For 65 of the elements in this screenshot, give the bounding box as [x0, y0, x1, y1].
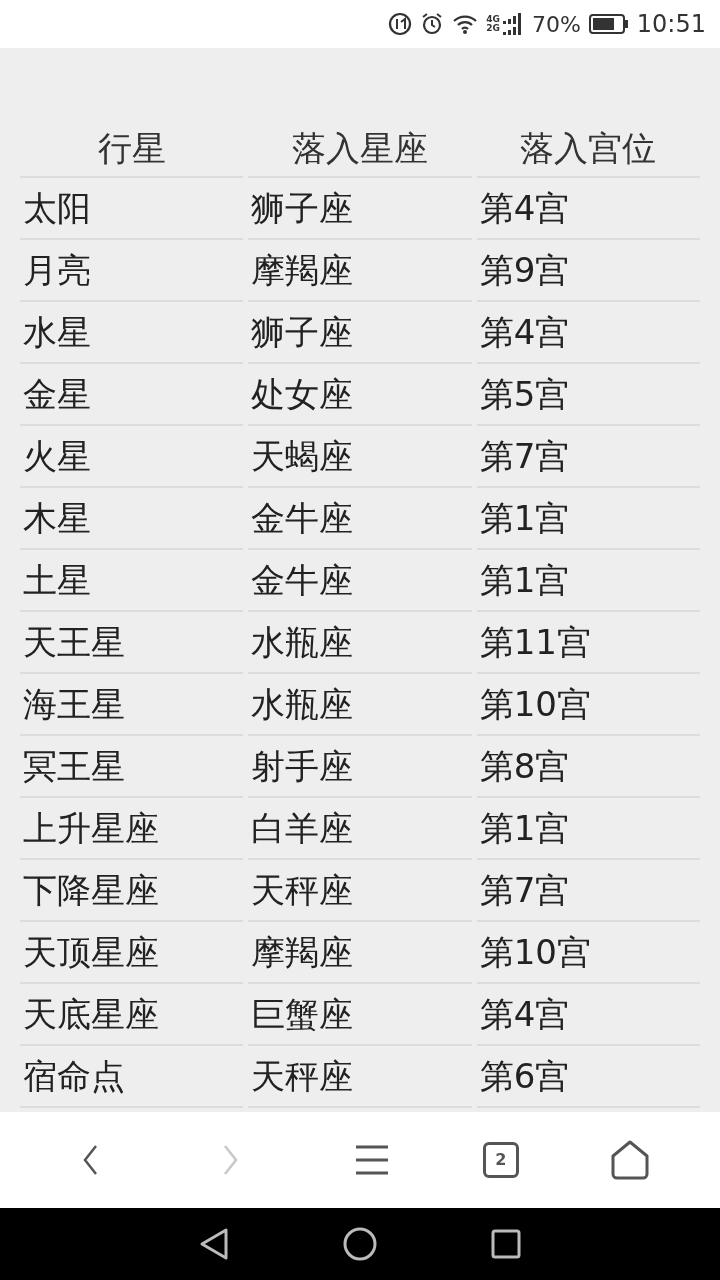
table-cell: 天底星座: [20, 984, 244, 1046]
signal-icon: [501, 13, 524, 35]
table-cell: 第10宫: [476, 674, 700, 736]
table-cell: 宿命点: [20, 1046, 244, 1108]
table-cell: 天秤座: [248, 1046, 472, 1108]
table-cell: 第7宫: [476, 860, 700, 922]
table-cell: 第9宫: [476, 240, 700, 302]
table-cell: 天蝎座: [248, 426, 472, 488]
table-cell: 天秤座: [248, 860, 472, 922]
table-cell: 第5宫: [476, 364, 700, 426]
battery-icon: [588, 14, 629, 34]
menu-icon: [355, 1145, 389, 1175]
table-cell: 巨蟹座: [248, 984, 472, 1046]
table-cell: 射手座: [248, 736, 472, 798]
column-header: 落入星座: [248, 120, 472, 178]
table-cell: 金牛座: [248, 488, 472, 550]
table-cell: 金牛座: [248, 550, 472, 612]
table-cell: 木星: [20, 488, 244, 550]
table-cell: 第4宫: [476, 302, 700, 364]
table-cell: 处女座: [248, 364, 472, 426]
table-cell: 海王星: [20, 674, 244, 736]
table-cell: 月亮: [20, 240, 244, 302]
forward-icon: [223, 1144, 240, 1176]
table-cell: 第6宫: [476, 1046, 700, 1108]
network-type-label: 2G: [486, 24, 500, 33]
table-cell: 天王星: [20, 612, 244, 674]
network-type-label: 4G: [486, 15, 500, 24]
clock-time: 10:51: [636, 9, 706, 40]
table-cell: 水瓶座: [248, 612, 472, 674]
table-cell: 第7宫: [476, 426, 700, 488]
data-saver-icon: [388, 12, 413, 36]
system-home-button[interactable]: [342, 1226, 378, 1262]
table-cell: 第1宫: [476, 488, 700, 550]
table-cell: 摩羯座: [248, 240, 472, 302]
table-cell: 第8宫: [476, 736, 700, 798]
battery-percent: 70%: [531, 10, 581, 39]
column-header: 行星: [20, 120, 244, 178]
home-icon: [343, 1227, 377, 1261]
table-cell: 第4宫: [476, 984, 700, 1046]
table-cell: 天顶星座: [20, 922, 244, 984]
table-cell: 上升星座: [20, 798, 244, 860]
table-cell: 冥王星: [20, 736, 244, 798]
table-cell: 第10宫: [476, 922, 700, 984]
recents-icon: [491, 1229, 521, 1259]
tabs-button[interactable]: 2: [482, 1142, 519, 1178]
table-cell: 摩羯座: [248, 922, 472, 984]
table-cell: 狮子座: [248, 178, 472, 240]
table-cell: 太阳: [20, 178, 244, 240]
back-icon: [199, 1227, 229, 1261]
table-cell: 火星: [20, 426, 244, 488]
table-cell: 第1宫: [476, 798, 700, 860]
table-cell: 下降星座: [20, 860, 244, 922]
home-icon: [609, 1140, 650, 1180]
table-cell: 水瓶座: [248, 674, 472, 736]
table-cell: 土星: [20, 550, 244, 612]
column-header: 落入宫位: [476, 120, 700, 178]
table-cell: 第11宫: [476, 612, 700, 674]
table-cell: 第1宫: [476, 550, 700, 612]
wifi-icon: [452, 13, 479, 35]
table-cell: 第4宫: [476, 178, 700, 240]
table-cell: 狮子座: [248, 302, 472, 364]
table-cell: 白羊座: [248, 798, 472, 860]
table-cell: 金星: [20, 364, 244, 426]
back-icon: [82, 1144, 99, 1176]
table-cell: 水星: [20, 302, 244, 364]
